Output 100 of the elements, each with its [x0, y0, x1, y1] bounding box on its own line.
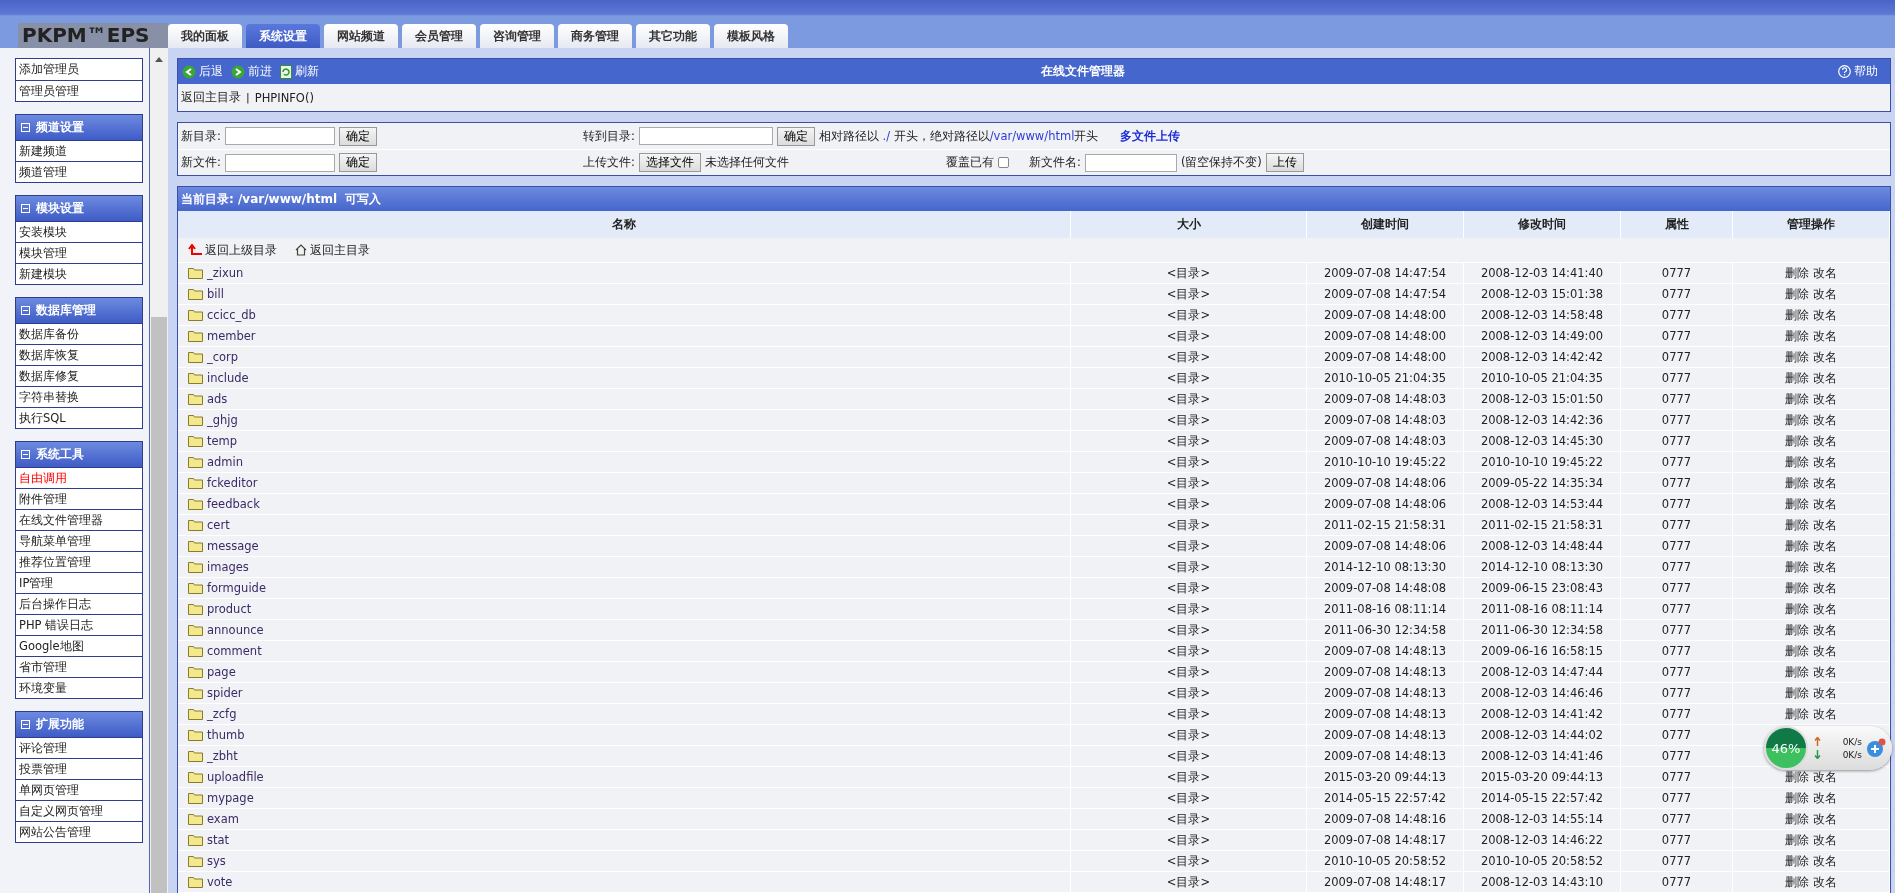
- action-link[interactable]: 删除: [1785, 328, 1809, 344]
- sidebar-item[interactable]: 数据库修复: [16, 365, 142, 386]
- action-link[interactable]: 删除: [1785, 832, 1809, 848]
- sidebar-item[interactable]: 网站公告管理: [16, 821, 142, 842]
- checkbox[interactable]: [998, 157, 1009, 168]
- sidebar-item[interactable]: 数据库恢复: [16, 344, 142, 365]
- folder-link[interactable]: page: [207, 665, 236, 679]
- action-link[interactable]: 改名: [1813, 811, 1837, 827]
- nav-tab[interactable]: 会员管理: [402, 24, 476, 48]
- nav-tab[interactable]: 我的面板: [168, 24, 242, 48]
- sidebar-item[interactable]: Google地图: [16, 635, 142, 656]
- action-link[interactable]: 改名: [1813, 643, 1837, 659]
- action-link[interactable]: 删除: [1785, 853, 1809, 869]
- action-link[interactable]: 删除: [1785, 664, 1809, 680]
- sidebar-item[interactable]: 新建频道: [16, 140, 142, 161]
- action-link[interactable]: 改名: [1813, 433, 1837, 449]
- choose-file-button[interactable]: 选择文件: [638, 153, 701, 172]
- input-field[interactable]: [224, 127, 335, 145]
- sidebar-item[interactable]: 自定义网页管理: [16, 800, 142, 821]
- folder-link[interactable]: admin: [207, 455, 244, 469]
- action-link[interactable]: 删除: [1785, 307, 1809, 323]
- folder-link[interactable]: images: [207, 560, 249, 574]
- confirm-button[interactable]: 确定: [338, 126, 377, 146]
- action-link[interactable]: 删除: [1785, 790, 1809, 806]
- action-link[interactable]: 改名: [1813, 496, 1837, 512]
- nav-tab[interactable]: 网站频道: [324, 24, 398, 48]
- folder-link[interactable]: member: [207, 329, 256, 343]
- sidebar-item[interactable]: 单网页管理: [16, 779, 142, 800]
- action-link[interactable]: 删除: [1785, 349, 1809, 365]
- action-link[interactable]: 改名: [1813, 475, 1837, 491]
- action-link[interactable]: 改名: [1813, 328, 1837, 344]
- speed-widget[interactable]: 46% 0K/s 0K/s: [1764, 726, 1892, 770]
- sidebar-item[interactable]: 导航菜单管理: [16, 530, 142, 551]
- folder-link[interactable]: comment: [207, 644, 262, 658]
- action-link[interactable]: 改名: [1813, 391, 1837, 407]
- folder-link[interactable]: bill: [207, 287, 224, 301]
- sidebar-item[interactable]: 新建模块: [16, 263, 142, 284]
- action-link[interactable]: 改名: [1813, 580, 1837, 596]
- text-link[interactable]: 返回主目录: [181, 90, 241, 105]
- folder-link[interactable]: fckeditor: [207, 476, 258, 490]
- action-link[interactable]: 删除: [1785, 391, 1809, 407]
- action-link[interactable]: 删除: [1785, 643, 1809, 659]
- nav-tab[interactable]: 商务管理: [558, 24, 632, 48]
- home-dir-link[interactable]: 返回主目录: [295, 242, 370, 258]
- folder-link[interactable]: _zixun: [207, 266, 244, 280]
- folder-link[interactable]: mypage: [207, 791, 254, 805]
- sidebar-item[interactable]: 在线文件管理器: [16, 509, 142, 530]
- multi-upload-link[interactable]: 多文件上传: [1120, 128, 1181, 144]
- folder-link[interactable]: uploadfile: [207, 770, 264, 784]
- sidebar-item[interactable]: 推荐位置管理: [16, 551, 142, 572]
- sidebar-item[interactable]: 模块管理: [16, 242, 142, 263]
- action-link[interactable]: 删除: [1785, 517, 1809, 533]
- action-link[interactable]: 删除: [1785, 412, 1809, 428]
- action-link[interactable]: 改名: [1813, 790, 1837, 806]
- sidebar-item[interactable]: 数据库备份: [16, 323, 142, 344]
- toolbar-link[interactable]: 后退: [182, 64, 223, 79]
- action-link[interactable]: 改名: [1813, 265, 1837, 281]
- action-link[interactable]: 改名: [1813, 538, 1837, 554]
- sidebar-item[interactable]: 管理员管理: [16, 80, 142, 101]
- action-link[interactable]: 改名: [1813, 349, 1837, 365]
- action-link[interactable]: 删除: [1785, 370, 1809, 386]
- action-link[interactable]: 删除: [1785, 685, 1809, 701]
- sidebar-item[interactable]: 字符串替换: [16, 386, 142, 407]
- action-link[interactable]: 删除: [1785, 622, 1809, 638]
- folder-link[interactable]: stat: [207, 833, 230, 847]
- action-link[interactable]: 改名: [1813, 874, 1837, 890]
- folder-link[interactable]: vote: [207, 875, 233, 889]
- help-link[interactable]: 帮助: [1838, 64, 1878, 79]
- sidebar-item[interactable]: 频道管理: [16, 161, 142, 182]
- confirm-button[interactable]: 确定: [776, 126, 815, 146]
- action-link[interactable]: 删除: [1785, 769, 1809, 785]
- action-link[interactable]: 删除: [1785, 265, 1809, 281]
- toolbar-link[interactable]: 前进: [231, 64, 272, 79]
- action-link[interactable]: 改名: [1813, 622, 1837, 638]
- sidebar-item[interactable]: 评论管理: [16, 737, 142, 758]
- sidebar-item[interactable]: IP管理: [16, 572, 142, 593]
- action-link[interactable]: 改名: [1813, 601, 1837, 617]
- action-link[interactable]: 删除: [1785, 874, 1809, 890]
- sidebar-item[interactable]: PHP 错误日志: [16, 614, 142, 635]
- folder-link[interactable]: feedback: [207, 497, 260, 511]
- action-link[interactable]: 改名: [1813, 559, 1837, 575]
- nav-tab[interactable]: 模板风格: [714, 24, 788, 48]
- action-link[interactable]: 改名: [1813, 307, 1837, 323]
- action-link[interactable]: 改名: [1813, 517, 1837, 533]
- action-link[interactable]: 改名: [1813, 454, 1837, 470]
- action-link[interactable]: 删除: [1785, 559, 1809, 575]
- action-link[interactable]: 删除: [1785, 454, 1809, 470]
- input-field[interactable]: [224, 153, 335, 172]
- text-link[interactable]: PHPINFO(): [254, 90, 314, 105]
- action-link[interactable]: 改名: [1813, 832, 1837, 848]
- folder-link[interactable]: thumb: [207, 728, 245, 742]
- folder-link[interactable]: _zcfg: [207, 707, 237, 721]
- input-field[interactable]: [638, 127, 773, 145]
- action-link[interactable]: 改名: [1813, 370, 1837, 386]
- action-link[interactable]: 删除: [1785, 601, 1809, 617]
- folder-link[interactable]: announce: [207, 623, 264, 637]
- action-link[interactable]: 删除: [1785, 433, 1809, 449]
- folder-link[interactable]: product: [207, 602, 252, 616]
- folder-link[interactable]: exam: [207, 812, 239, 826]
- folder-link[interactable]: formguide: [207, 581, 266, 595]
